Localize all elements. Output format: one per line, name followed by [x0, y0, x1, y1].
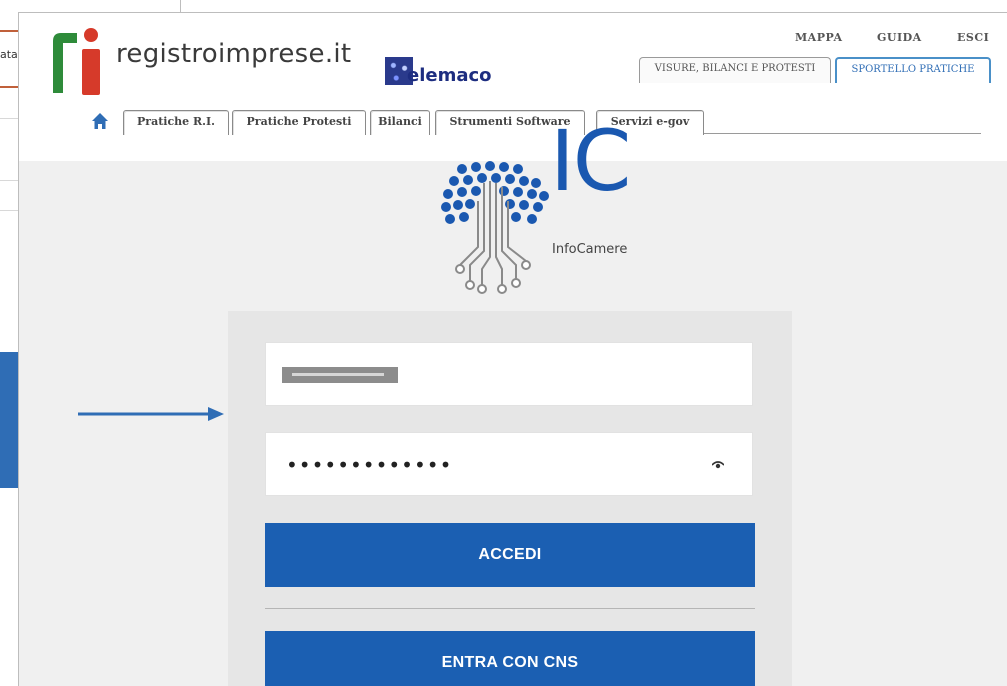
background-divider — [0, 118, 18, 119]
background-divider — [0, 180, 18, 181]
buttons-divider — [265, 608, 755, 609]
nav-tab-pratiche-ri[interactable]: Pratiche R.I. — [123, 110, 229, 135]
nav-tab-bilanci[interactable]: Bilanci — [370, 110, 430, 135]
infocamere-letters: IC — [550, 112, 631, 210]
tab-sportello-pratiche[interactable]: SPORTELLO PRATICHE — [835, 57, 991, 83]
password-mask: ••••••••••••• — [286, 453, 453, 477]
entra-con-cns-button[interactable]: ENTRA CON CNS — [265, 631, 755, 686]
browser-window: registroimprese.it elemaco MAPPA GUIDA E… — [18, 12, 1007, 686]
eye-icon[interactable] — [712, 460, 724, 469]
background-blue-block — [0, 352, 18, 488]
background-divider — [180, 0, 181, 12]
top-links: MAPPA GUIDA ESCI — [769, 31, 999, 49]
link-esci[interactable]: ESCI — [957, 31, 989, 44]
accedi-button[interactable]: ACCEDI — [265, 523, 755, 587]
nav-tab-pratiche-protesti[interactable]: Pratiche Protesti — [232, 110, 366, 135]
tab-visure-bilanci-protesti[interactable]: VISURE, BILANCI E PROTESTI — [639, 57, 831, 83]
home-icon[interactable] — [91, 112, 109, 130]
site-header: registroimprese.it elemaco MAPPA GUIDA E… — [19, 13, 1007, 161]
nav-baseline — [704, 133, 981, 134]
telemaco-wordmark: elemaco — [407, 65, 492, 86]
link-guida[interactable]: GUIDA — [877, 31, 922, 44]
registroimprese-logo-icon[interactable] — [51, 27, 105, 97]
background-divider — [0, 210, 18, 211]
infocamere-caption: InfoCamere — [552, 242, 628, 257]
arrow-right-icon — [78, 407, 224, 421]
password-field[interactable]: ••••••••••••• — [265, 432, 753, 496]
site-name: registroimprese.it — [116, 39, 352, 69]
link-mappa[interactable]: MAPPA — [795, 31, 843, 44]
username-field[interactable] — [265, 342, 753, 406]
background-text: ata — [0, 48, 18, 61]
redacted-username — [282, 367, 398, 383]
background-window: ata — [0, 0, 18, 686]
